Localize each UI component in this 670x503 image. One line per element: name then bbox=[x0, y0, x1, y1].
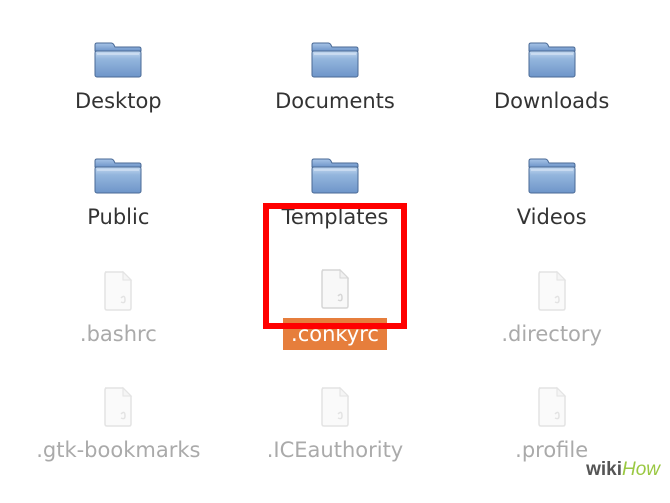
folder-item[interactable]: Downloads bbox=[443, 20, 660, 136]
folder-item[interactable]: Videos bbox=[443, 136, 660, 252]
file-item[interactable]: .directory bbox=[443, 252, 660, 368]
file-item[interactable]: .gtk-bookmarks bbox=[10, 367, 227, 483]
folder-icon bbox=[310, 157, 360, 195]
file-item[interactable]: .bashrc bbox=[10, 252, 227, 368]
folder-icon bbox=[527, 157, 577, 195]
watermark-how: How bbox=[622, 459, 660, 480]
folder-icon bbox=[93, 41, 143, 79]
file-grid: Desktop Documents bbox=[0, 0, 670, 503]
file-icon bbox=[101, 386, 135, 428]
item-label: .profile bbox=[509, 436, 594, 464]
item-label: Desktop bbox=[69, 87, 168, 115]
folder-icon bbox=[310, 41, 360, 79]
file-item[interactable]: .conkyrc bbox=[227, 252, 444, 368]
file-icon bbox=[318, 268, 352, 310]
folder-icon bbox=[527, 41, 577, 79]
folder-item[interactable]: Public bbox=[10, 136, 227, 252]
item-label: Downloads bbox=[488, 87, 615, 115]
folder-item[interactable]: Templates bbox=[227, 136, 444, 252]
watermark-wiki: wiki bbox=[586, 459, 622, 480]
file-icon bbox=[101, 270, 135, 312]
item-label: .gtk-bookmarks bbox=[30, 436, 206, 464]
folder-item[interactable]: Documents bbox=[227, 20, 444, 136]
folder-icon bbox=[93, 157, 143, 195]
item-label: .conkyrc bbox=[283, 318, 387, 350]
file-icon bbox=[535, 386, 569, 428]
item-label: Templates bbox=[276, 203, 395, 231]
item-label: Videos bbox=[511, 203, 593, 231]
folder-item[interactable]: Desktop bbox=[10, 20, 227, 136]
file-icon bbox=[318, 386, 352, 428]
file-item[interactable]: .ICEauthority bbox=[227, 367, 444, 483]
item-label: .ICEauthority bbox=[261, 436, 410, 464]
item-label: Public bbox=[81, 203, 155, 231]
item-label: .bashrc bbox=[74, 320, 163, 348]
item-label: .directory bbox=[495, 320, 608, 348]
watermark: wikiHow bbox=[586, 459, 660, 481]
item-label: Documents bbox=[269, 87, 401, 115]
file-icon bbox=[535, 270, 569, 312]
